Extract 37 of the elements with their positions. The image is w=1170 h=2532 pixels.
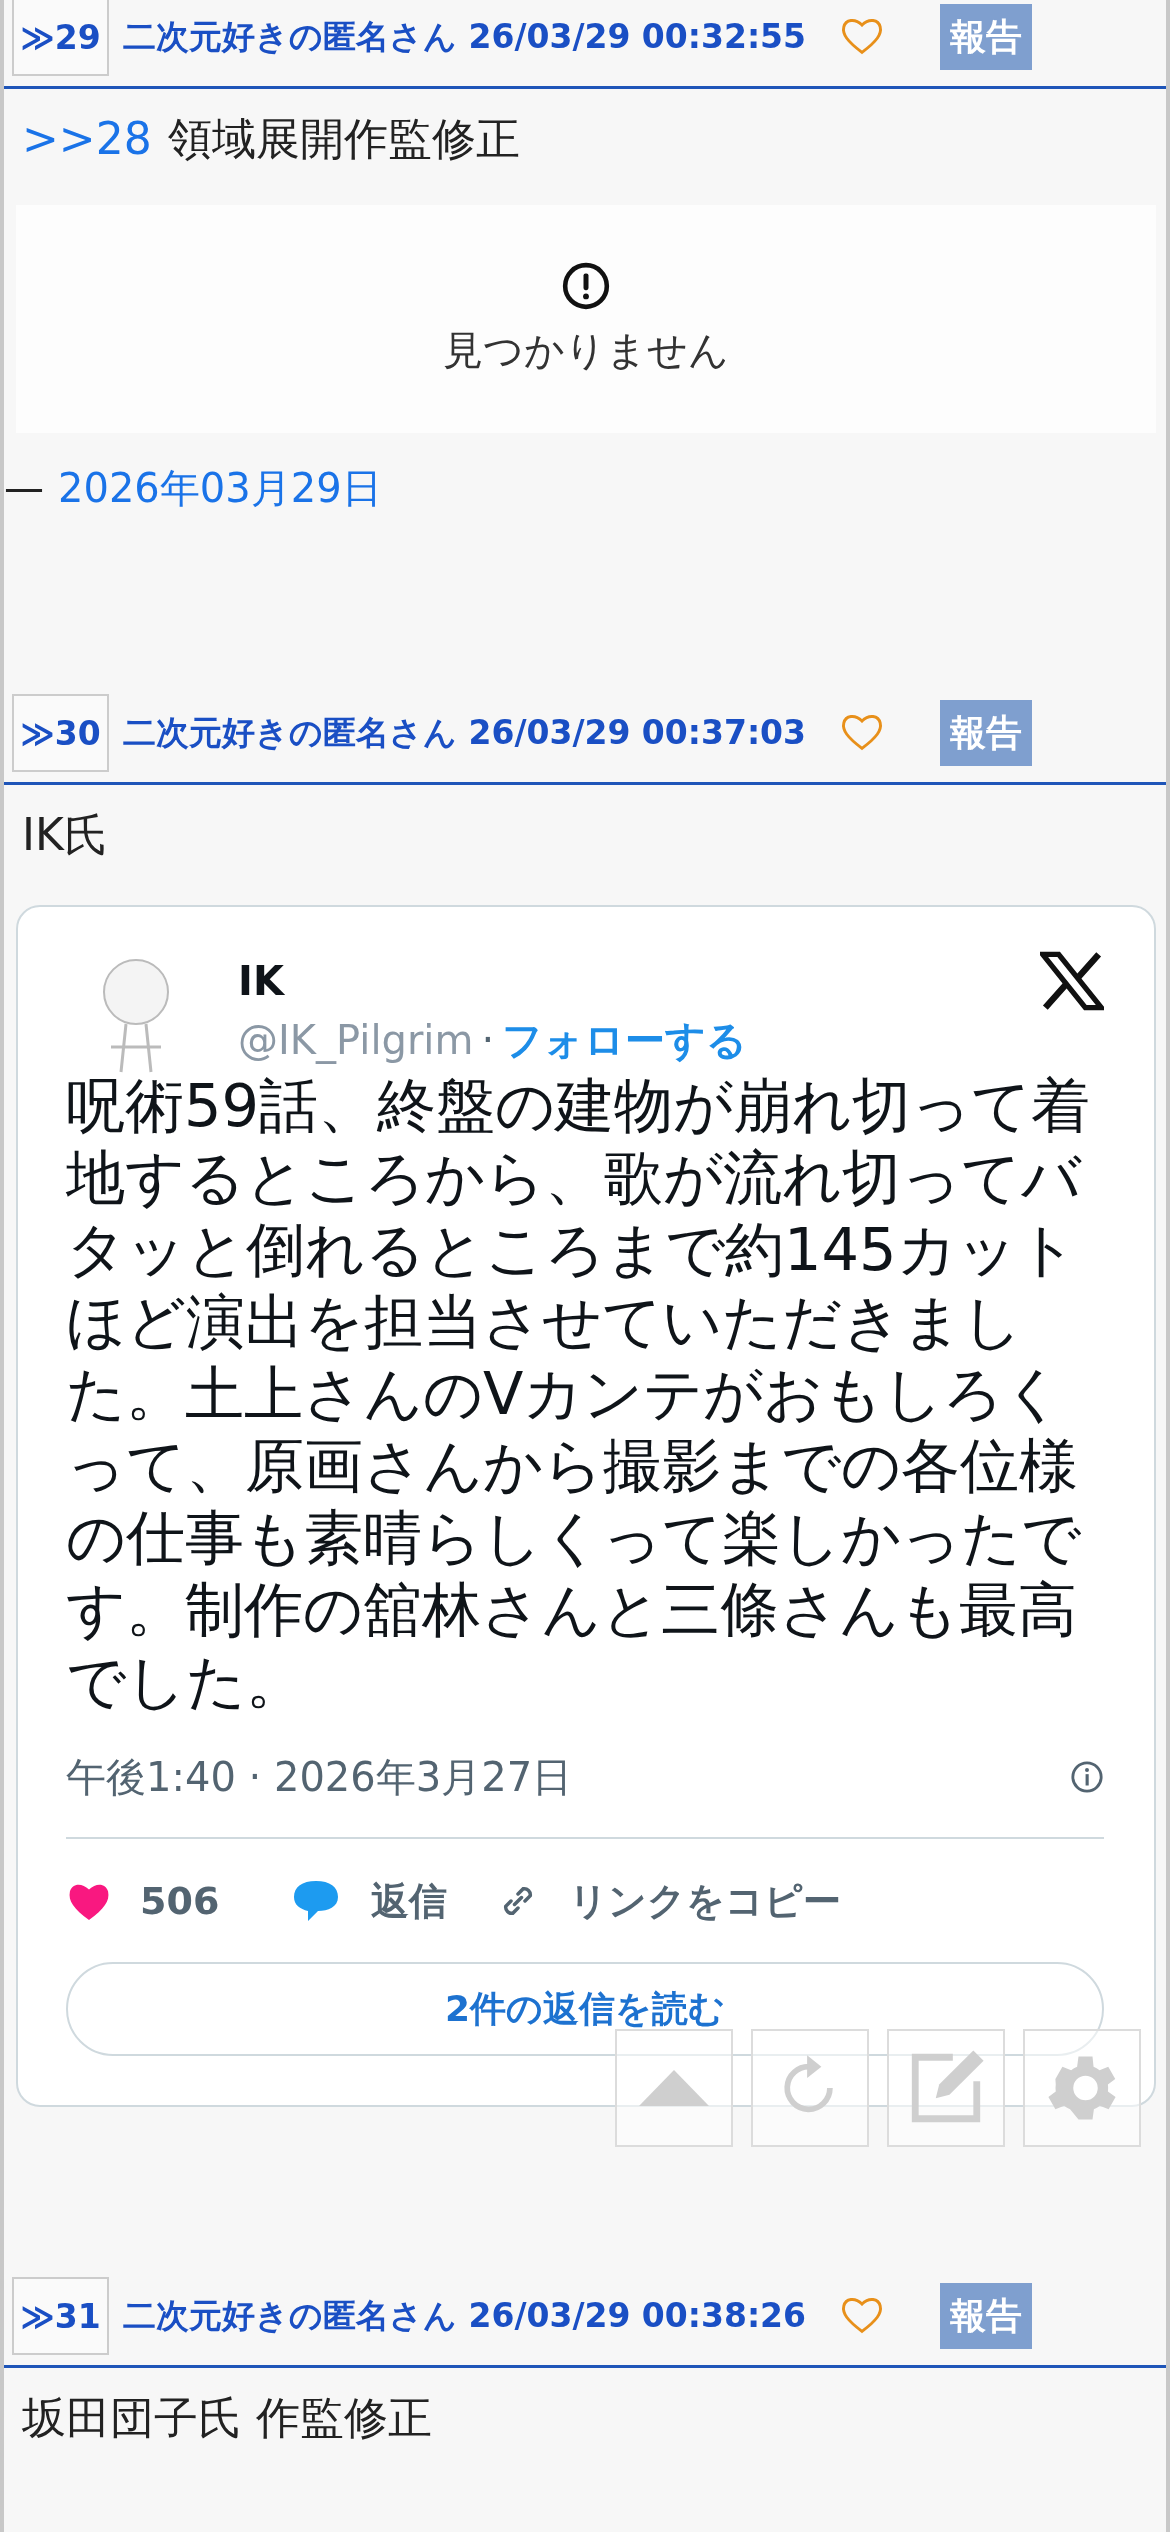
account-handle[interactable]: @IK_Pilgrim [238, 1009, 474, 1071]
triangle-up-icon [637, 2068, 711, 2108]
separator: · [481, 1016, 495, 1065]
post-text: IK氏 [22, 809, 108, 860]
report-button[interactable]: 報告 [940, 2283, 1032, 2349]
account-name[interactable]: IK [238, 953, 284, 1009]
like-count: 506 [140, 1879, 220, 1923]
post-text: 領域展開作監修正 [167, 113, 520, 164]
compose-button[interactable] [887, 2029, 1005, 2147]
reload-button[interactable] [751, 2029, 869, 2147]
read-replies-button[interactable]: 2件の返信を読む [66, 1962, 1104, 2056]
post-text: 坂田団子氏 作監修正 [22, 2392, 432, 2443]
heart-icon [840, 712, 884, 752]
copy-link-button[interactable]: リンクをコピー [497, 1875, 842, 1927]
author-line: 二次元好きの匿名さん 26/03/29 00:32:55 [123, 15, 806, 58]
author-line: 二次元好きの匿名さん 26/03/29 00:37:03 [123, 711, 806, 754]
report-button[interactable]: 報告 [940, 700, 1032, 766]
follow-link[interactable]: フォローする [502, 1009, 748, 1071]
report-button[interactable]: 報告 [940, 4, 1032, 70]
reply-link[interactable]: >>28 [22, 113, 152, 164]
tweet-text: 呪術59話、終盤の建物が崩れ切って着地するところから、歌が流れ切ってバタッと倒れるところまで約145カットほど演出を担当させていただきました。土上さんのVカンテがおもしろくって、原画さんから撮影までの各位様の仕事も素晴らしくって楽しかったです。制作の舘林さんと三條さんも最高でした。 [66, 1070, 1092, 1718]
heart-icon [840, 16, 884, 56]
settings-button[interactable] [1023, 2029, 1141, 2147]
author-line: 二次元好きの匿名さん 26/03/29 00:38:26 [123, 2294, 806, 2337]
post-number[interactable]: ≫29 [12, 0, 109, 76]
post-number[interactable]: ≫31 [12, 2277, 109, 2355]
alert-icon [561, 260, 611, 311]
dash: — [4, 465, 44, 511]
post-number[interactable]: ≫30 [12, 694, 109, 772]
date-link[interactable]: 2026年03月29日 [58, 460, 382, 516]
not-found-message: 見つかりません [443, 325, 729, 375]
logo-icon[interactable] [1040, 951, 1104, 1011]
scroll-top-button[interactable] [615, 2029, 733, 2147]
reply-button[interactable]: 返信 [291, 1875, 448, 1927]
heart-icon [840, 2295, 884, 2335]
tweet-time[interactable]: 午後1:40 · 2026年3月27日 [66, 1749, 573, 1805]
info-icon[interactable] [1070, 1760, 1104, 1794]
